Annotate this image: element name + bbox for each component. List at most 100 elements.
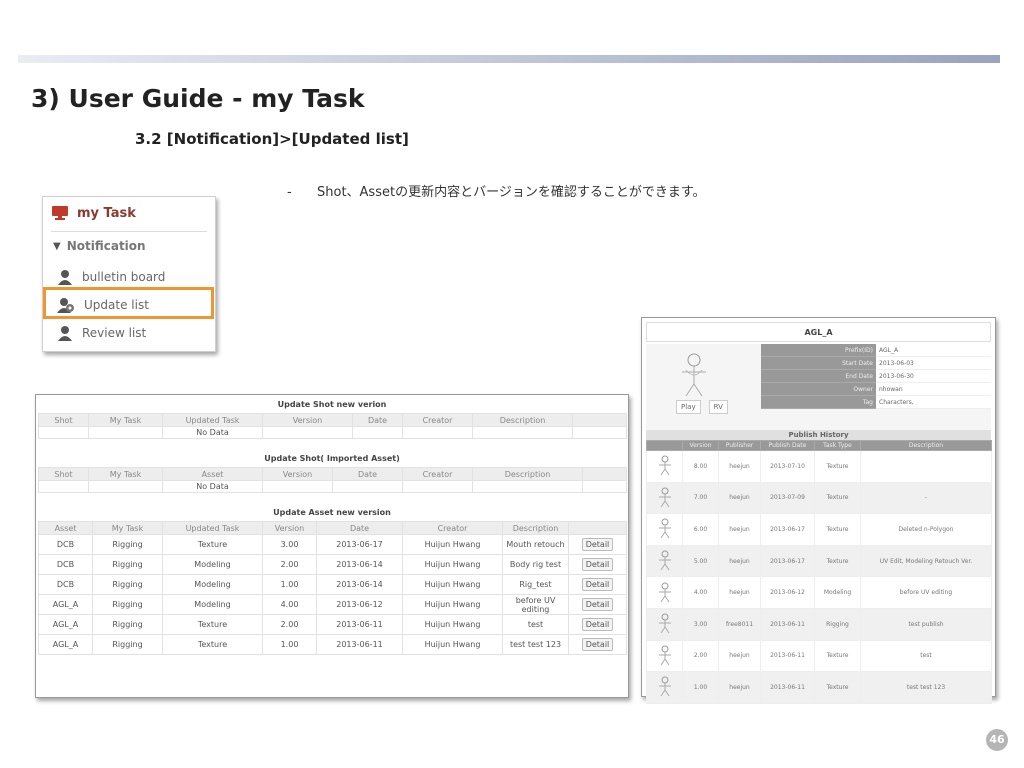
- info-label: End Date: [761, 370, 876, 383]
- detail-button[interactable]: Detail: [581, 578, 614, 591]
- table-row: AGL_A Rigging Texture 1.00 2013-06-11 Huijun …: [38, 634, 627, 655]
- column-header: Creator: [402, 413, 473, 427]
- table-row: 1.00 heejun 2013-06-11 Texture test test 123: [646, 671, 992, 704]
- table-cell: AGL_A: [38, 634, 93, 655]
- table-cell: 2013-06-17: [760, 513, 815, 546]
- column-header: My Task: [88, 413, 163, 427]
- detail-button[interactable]: Detail: [581, 598, 614, 611]
- menu-item-review-list[interactable]: Review list: [57, 325, 146, 341]
- asset-info: Play RV Prefix(ID) AGL_A Start Date 2013-0…: [646, 344, 991, 430]
- table-cell: Rigging: [92, 634, 163, 655]
- info-label: Start Date: [761, 357, 876, 370]
- table-cell: 2.00: [262, 614, 317, 635]
- detail-button[interactable]: Detail: [581, 538, 614, 551]
- table-cell: DCB: [38, 554, 93, 575]
- table-cell: 7.00: [682, 481, 719, 515]
- table-cell: before UV editing: [502, 594, 569, 615]
- detail-cell: Detail: [568, 574, 627, 595]
- table-row: DCB Rigging Texture 3.00 2013-06-17 Huijun Hw…: [38, 534, 627, 555]
- thumbnail-cell: [646, 481, 683, 515]
- table-cell: 3.00: [682, 607, 719, 641]
- column-header: Task Type: [814, 440, 861, 451]
- table-row: 5.00 heejun 2013-06-17 Texture UV Edit, Mode…: [646, 544, 992, 578]
- info-row: Prefix(ID) AGL_A: [761, 344, 991, 357]
- info-row: Tag Characters,: [761, 396, 991, 409]
- detail-cell: Detail: [568, 534, 627, 555]
- table-cell: Huijun Hwang: [402, 634, 503, 655]
- table-cell: Texture: [814, 513, 861, 546]
- menu-header[interactable]: my Task: [51, 205, 136, 221]
- table-cell: 2013-06-11: [760, 671, 815, 704]
- table-row: AGL_A Rigging Texture 2.00 2013-06-11 Huijun …: [38, 614, 627, 635]
- table-cell: Texture: [162, 634, 263, 655]
- table-cell: 8.00: [682, 450, 719, 483]
- table-cell: Rigging: [814, 607, 861, 641]
- thumbnail-cell: [646, 639, 683, 673]
- character-thumbnail: [658, 676, 671, 697]
- table-cell: [860, 450, 992, 483]
- table-cell: 1.00: [682, 671, 719, 704]
- menu-item-bulletin-board[interactable]: bulletin board: [57, 269, 165, 285]
- table-cell: 2013-06-17: [316, 534, 403, 555]
- table-cell: free8011: [718, 607, 761, 641]
- table-cell: Modeling: [814, 576, 861, 609]
- table-cell: UV Edit, Modeling Retouch Ver.: [860, 544, 992, 578]
- info-value: nhowan: [876, 383, 991, 396]
- column-header: Description: [860, 440, 992, 451]
- table-row: 2.00 heejun 2013-06-11 Texture test: [646, 639, 992, 673]
- table-cell: 2013-06-11: [316, 634, 403, 655]
- column-header: Version: [682, 440, 719, 451]
- info-value: Characters,: [876, 396, 991, 409]
- info-row: End Date 2013-06-30: [761, 370, 991, 383]
- bullet-text: - Shot、Assetの更新内容とバージョンを確認することができます。: [287, 185, 706, 200]
- table-cell: Modeling: [162, 594, 263, 615]
- asset-detail-panel: AGL_A Play RV Prefix(ID) AGL_A Start Date…: [641, 317, 996, 704]
- table-cell: test test 123: [502, 634, 569, 655]
- table-cell: test publish: [860, 607, 992, 641]
- table-cell: Texture: [814, 544, 861, 578]
- detail-cell: Detail: [568, 594, 627, 615]
- table-cell: 2013-06-14: [316, 554, 403, 575]
- notification-section[interactable]: ▼ Notification: [53, 239, 146, 253]
- table-cell: Modeling: [162, 574, 263, 595]
- thumbnail-cell: [646, 576, 683, 609]
- table-cell: AGL_A: [38, 594, 93, 615]
- table-cell: Mouth retouch: [502, 534, 569, 555]
- detail-cell: Detail: [568, 634, 627, 655]
- shot-update-table: Shot My Task Updated Task Version Date C…: [38, 413, 627, 439]
- column-header: [582, 467, 627, 481]
- info-value: 2013-06-30: [876, 370, 991, 383]
- user-icon: [58, 270, 72, 285]
- character-thumbnail: [658, 455, 671, 476]
- detail-button[interactable]: Detail: [581, 558, 614, 571]
- title-accent-bar: [18, 55, 1000, 63]
- shot-imported-table: Shot My Task Asset Version Date Creator …: [38, 467, 627, 493]
- info-value: 2013-06-03: [876, 357, 991, 370]
- table-cell: test: [860, 639, 992, 673]
- bullet-content: Shot、Assetの更新内容とバージョンを確認することができます。: [317, 185, 706, 200]
- table-cell: 2013-06-11: [316, 614, 403, 635]
- detail-button[interactable]: Detail: [581, 618, 614, 631]
- menu-item-label: bulletin board: [82, 270, 166, 284]
- character-thumbnail: [658, 550, 671, 571]
- notification-label: Notification: [66, 239, 146, 253]
- info-row: Start Date 2013-06-03: [761, 357, 991, 370]
- character-thumbnail: [658, 645, 671, 666]
- monitor-icon: [52, 206, 68, 220]
- column-header: Description: [502, 521, 569, 535]
- column-header: Publish Date: [760, 440, 815, 451]
- column-header: Publisher: [718, 440, 761, 451]
- column-header: [646, 440, 683, 451]
- rv-button[interactable]: RV: [708, 400, 728, 414]
- play-button[interactable]: Play: [676, 400, 701, 414]
- table-cell: 4.00: [682, 576, 719, 609]
- column-header: Updated Task: [162, 413, 263, 427]
- info-label: Tag: [761, 396, 876, 409]
- shot-update-title: Update Shot new verion: [277, 400, 387, 409]
- table-cell: Rigging: [92, 614, 163, 635]
- column-header: Updated Task: [162, 521, 263, 535]
- asset-info-table: Prefix(ID) AGL_A Start Date 2013-06-03 End…: [761, 344, 991, 409]
- thumbnail-cell: [646, 513, 683, 546]
- detail-button[interactable]: Detail: [581, 638, 614, 651]
- table-cell: DCB: [38, 574, 93, 595]
